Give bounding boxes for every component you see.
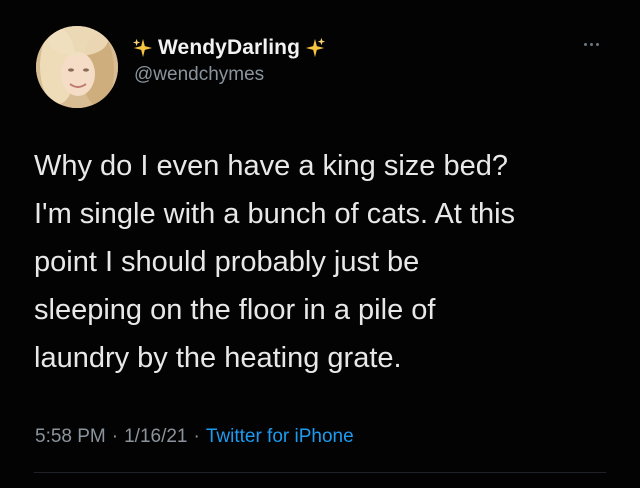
meta-separator: ·	[111, 426, 119, 447]
divider	[34, 472, 606, 473]
avatar[interactable]	[36, 26, 118, 108]
tweet-card: WendyDarling @wendchymes Why do I even h…	[0, 0, 640, 488]
tweet-meta: 5:58 PM · 1/16/21 · Twitter for iPhone	[35, 426, 354, 448]
more-dot	[584, 42, 587, 46]
sparkles-icon	[305, 37, 326, 58]
more-dot	[590, 42, 593, 46]
tweet-text: Why do I even have a king size bed? I'm …	[34, 150, 516, 374]
sparkles-icon	[132, 38, 153, 58]
avatar-photo-icon	[36, 26, 118, 108]
more-dot	[596, 42, 599, 46]
author-name-row[interactable]: WendyDarling	[132, 34, 326, 62]
meta-separator: ·	[193, 426, 200, 447]
tweet-source-link[interactable]: Twitter for iPhone	[206, 426, 354, 448]
tweet-time[interactable]: 5:58 PM	[35, 426, 106, 448]
author-handle[interactable]: @wendchymes	[134, 64, 264, 86]
more-options-icon[interactable]	[584, 40, 606, 48]
author-display-name[interactable]: WendyDarling	[158, 36, 300, 60]
tweet-date[interactable]: 1/16/21	[124, 426, 187, 448]
